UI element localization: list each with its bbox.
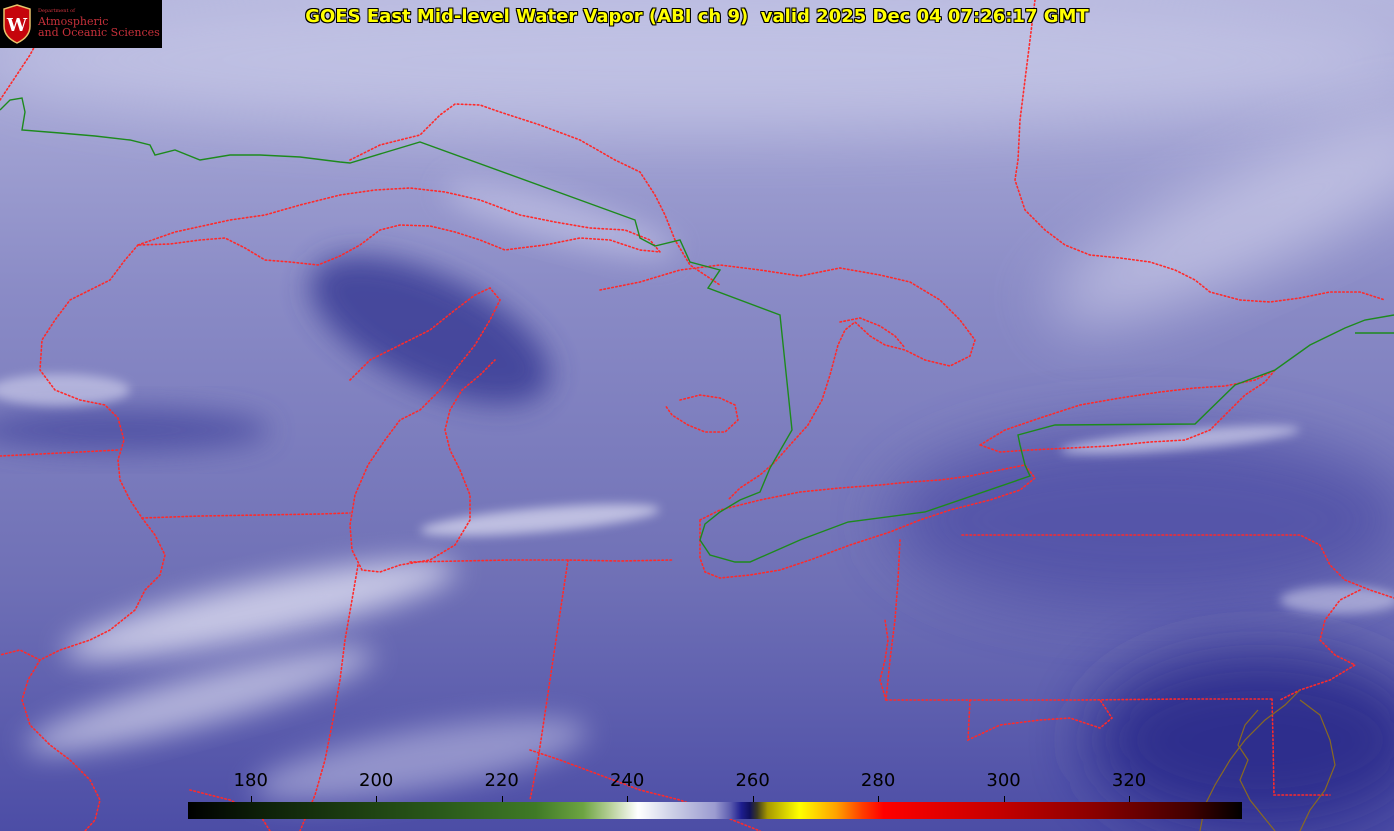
brightness-temperature-colorbar bbox=[188, 802, 1242, 819]
colorbar-tick-label: 200 bbox=[359, 770, 394, 791]
colorbar-tick-label: 320 bbox=[1111, 770, 1147, 791]
dark-band-east bbox=[890, 430, 1394, 610]
image-title: GOES East Mid-level Water Vapor (ABI ch … bbox=[305, 6, 1089, 27]
colorbar-tick-label: 240 bbox=[609, 770, 645, 791]
colorbar-tick-label: 300 bbox=[986, 770, 1021, 791]
colorbar-tick-label: 220 bbox=[484, 770, 519, 791]
colorbar-tick-label: 180 bbox=[233, 770, 268, 791]
water-vapor-map bbox=[0, 0, 1394, 831]
logo-line-2: and Oceanic Sciences bbox=[38, 26, 160, 40]
colorbar-tick-label: 260 bbox=[735, 770, 770, 791]
colorbar-tick-label: 280 bbox=[860, 770, 896, 791]
